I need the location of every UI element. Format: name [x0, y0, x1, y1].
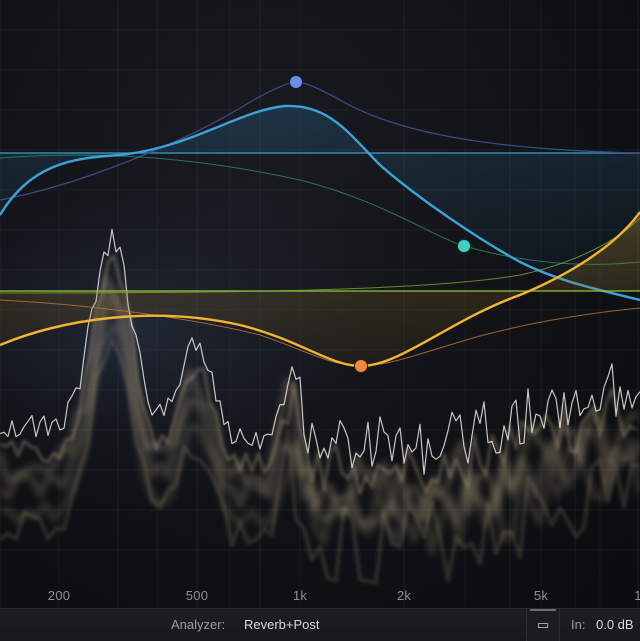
freq-label-2k: 2k	[396, 588, 412, 603]
analyzer-label: Analyzer:	[171, 617, 226, 632]
bottom-bar: Analyzer: Reverb+Post ▭ In: 0.0 dB	[0, 608, 640, 641]
freq-label-500: 500	[185, 588, 209, 603]
band-2-node[interactable]	[457, 239, 471, 253]
freq-label-200: 200	[47, 588, 71, 603]
eq-display[interactable]: 200 500 1k 2k 5k 1	[0, 0, 640, 608]
eq-graph[interactable]	[0, 0, 640, 608]
freq-label-10k: 1	[634, 588, 640, 603]
freq-label-5k: 5k	[533, 588, 549, 603]
band-1-node[interactable]	[289, 75, 303, 89]
band-3-node[interactable]	[354, 359, 368, 373]
input-gain-label: In:	[571, 617, 586, 632]
freq-label-1k: 1k	[292, 588, 308, 603]
input-gain-value[interactable]: 0.0 dB	[596, 609, 634, 641]
analyzer-mode-selector[interactable]: Reverb+Post	[244, 609, 320, 641]
snap-icon[interactable]: ▭	[526, 609, 560, 641]
